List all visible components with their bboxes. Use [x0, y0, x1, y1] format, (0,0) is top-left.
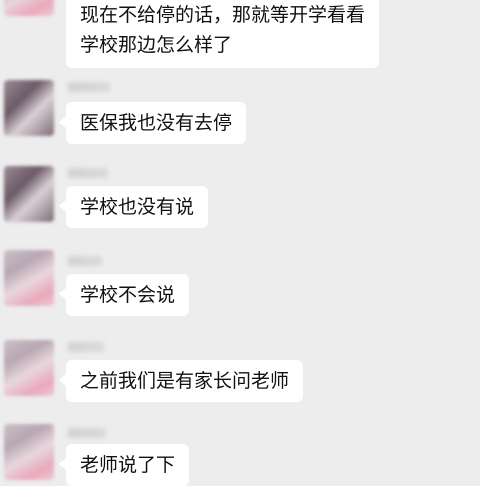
- sender-avatar[interactable]: [4, 80, 54, 136]
- sender-avatar[interactable]: [4, 424, 54, 480]
- message-bubble[interactable]: 学校不会说: [58, 274, 190, 316]
- chat-thread[interactable]: 现在不给停的话，那就等开学看看 学校那边怎么样了 医保我也没有去停 学校也没有说…: [0, 0, 480, 486]
- message-bubble[interactable]: 现在不给停的话，那就等开学看看 学校那边怎么样了: [66, 0, 380, 68]
- sender-avatar[interactable]: [4, 250, 54, 306]
- sender-avatar[interactable]: [4, 0, 54, 16]
- sender-name: [68, 82, 110, 92]
- message-bubble[interactable]: 之前我们是有家长问老师: [58, 360, 304, 402]
- sender-name: [68, 168, 108, 178]
- sender-name: [68, 256, 102, 266]
- message-bubble[interactable]: 学校也没有说: [58, 186, 209, 228]
- sender-avatar[interactable]: [4, 340, 54, 396]
- sender-name: [68, 428, 106, 438]
- message-text-line: 学校那边怎么样了: [80, 34, 233, 56]
- message-bubble[interactable]: 医保我也没有去停: [58, 102, 247, 144]
- message-text: 学校不会说: [80, 284, 176, 306]
- message-text: 学校也没有说: [80, 196, 195, 218]
- message-text: 老师说了下: [80, 454, 176, 476]
- sender-avatar[interactable]: [4, 166, 54, 222]
- message-text-line: 现在不给停的话，那就等开学看看: [80, 4, 366, 26]
- message-text: 之前我们是有家长问老师: [80, 370, 290, 392]
- message-text: 医保我也没有去停: [80, 112, 233, 134]
- sender-name: [68, 342, 104, 352]
